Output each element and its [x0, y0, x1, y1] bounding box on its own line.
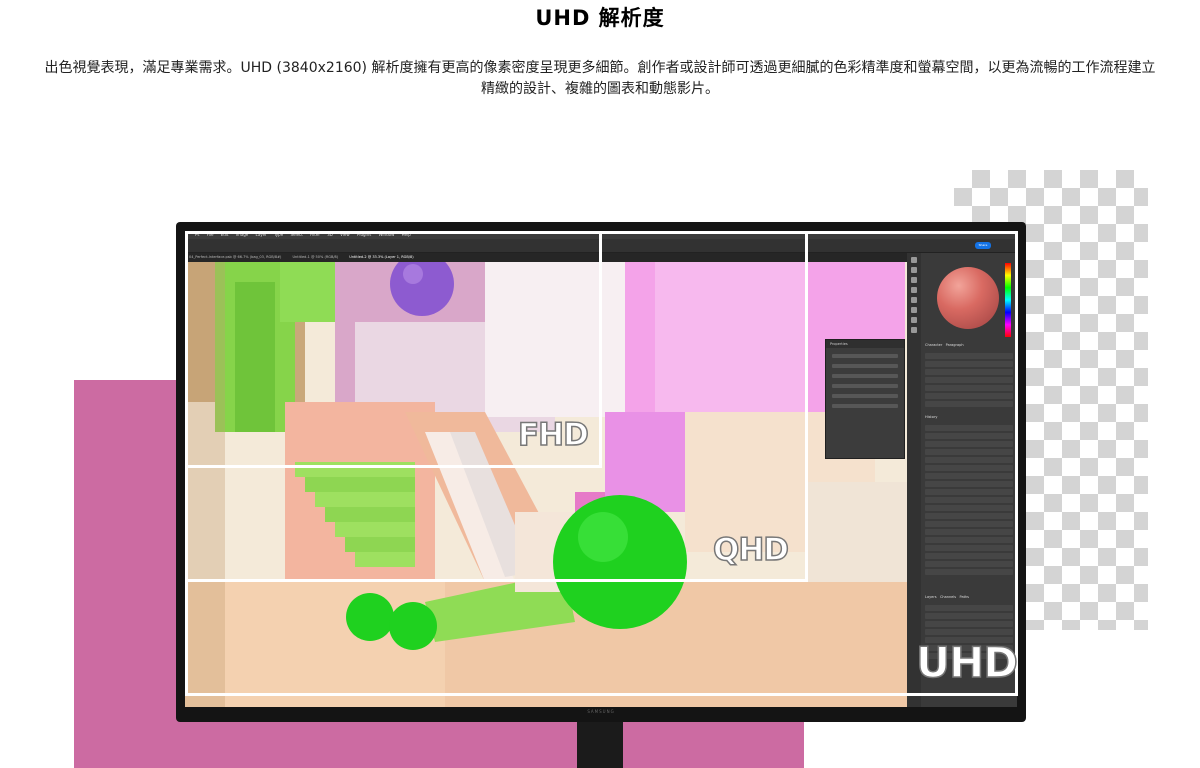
monitor-stand	[577, 720, 623, 768]
qhd-label: QHD	[712, 531, 790, 569]
monitor-brand-logo: SAMSUNG	[587, 709, 615, 714]
uhd-label: UHD	[915, 637, 1019, 688]
page-description: 出色視覺表現，滿足專業需求。UHD (3840x2160) 解析度擁有更高的像素…	[44, 60, 1156, 97]
page-title: UHD 解析度	[535, 6, 665, 30]
fhd-label: FHD	[517, 416, 589, 454]
